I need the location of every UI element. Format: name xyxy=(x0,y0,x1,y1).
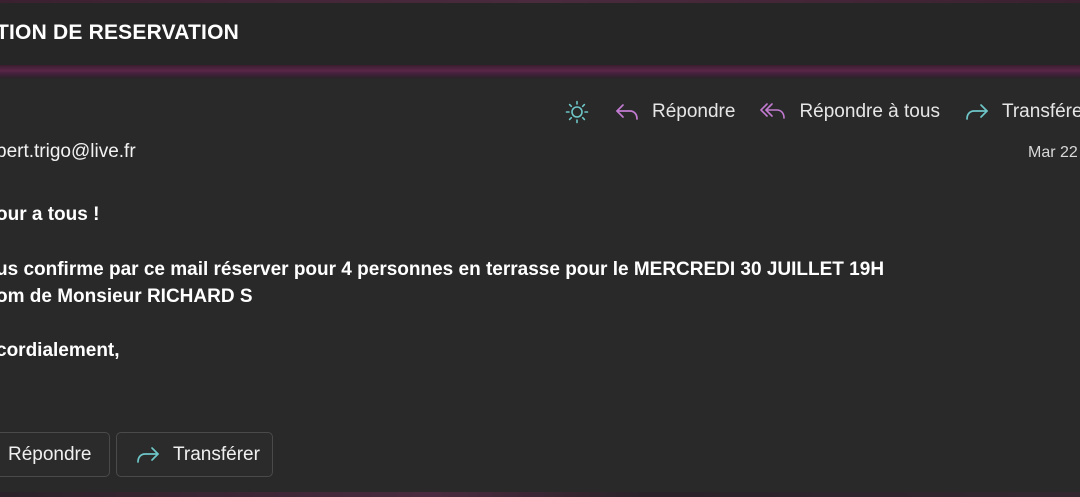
forward-icon xyxy=(137,446,159,463)
brightness-toggle-button[interactable] xyxy=(564,96,590,128)
body-line-2: om de Monsieur RICHARD S xyxy=(0,286,253,307)
forward-icon xyxy=(966,104,988,120)
body-closing: cordialement, xyxy=(0,340,120,361)
message-subject: TION DE RESERVATION xyxy=(0,21,239,44)
reply-all-label: Répondre à tous xyxy=(799,101,940,122)
body-line-1: us confirme par ce mail réserver pour 4 … xyxy=(0,259,885,280)
message-toolbar: Répondre Répondre à tous Transfére xyxy=(564,96,1080,128)
bottom-forward-label: Transférer xyxy=(173,443,260,465)
reply-all-icon xyxy=(760,103,786,119)
bottom-reply-label: Répondre xyxy=(8,443,92,465)
header-divider xyxy=(0,65,1080,78)
forward-label: Transfére xyxy=(1001,101,1080,122)
bottom-reply-button[interactable]: Répondre xyxy=(0,432,110,477)
reply-label: Répondre xyxy=(652,101,736,122)
forward-button[interactable]: Transfére xyxy=(964,96,1080,128)
bottom-forward-button[interactable]: Transférer xyxy=(116,432,273,477)
reply-button[interactable]: Répondre xyxy=(614,96,735,128)
message-header: TION DE RESERVATION xyxy=(0,3,1080,65)
reply-all-button[interactable]: Répondre à tous xyxy=(759,96,940,128)
mail-reading-pane: TION DE RESERVATION Répondre Répondre à … xyxy=(0,0,1080,497)
reply-icon xyxy=(616,104,638,120)
message-date: Mar 22 xyxy=(1028,144,1078,161)
sun-icon xyxy=(565,100,589,124)
sender-address[interactable]: bert.trigo@live.fr xyxy=(0,141,136,163)
body-greeting: our a tous ! xyxy=(0,204,100,225)
bottom-accent-bar xyxy=(0,492,1080,497)
